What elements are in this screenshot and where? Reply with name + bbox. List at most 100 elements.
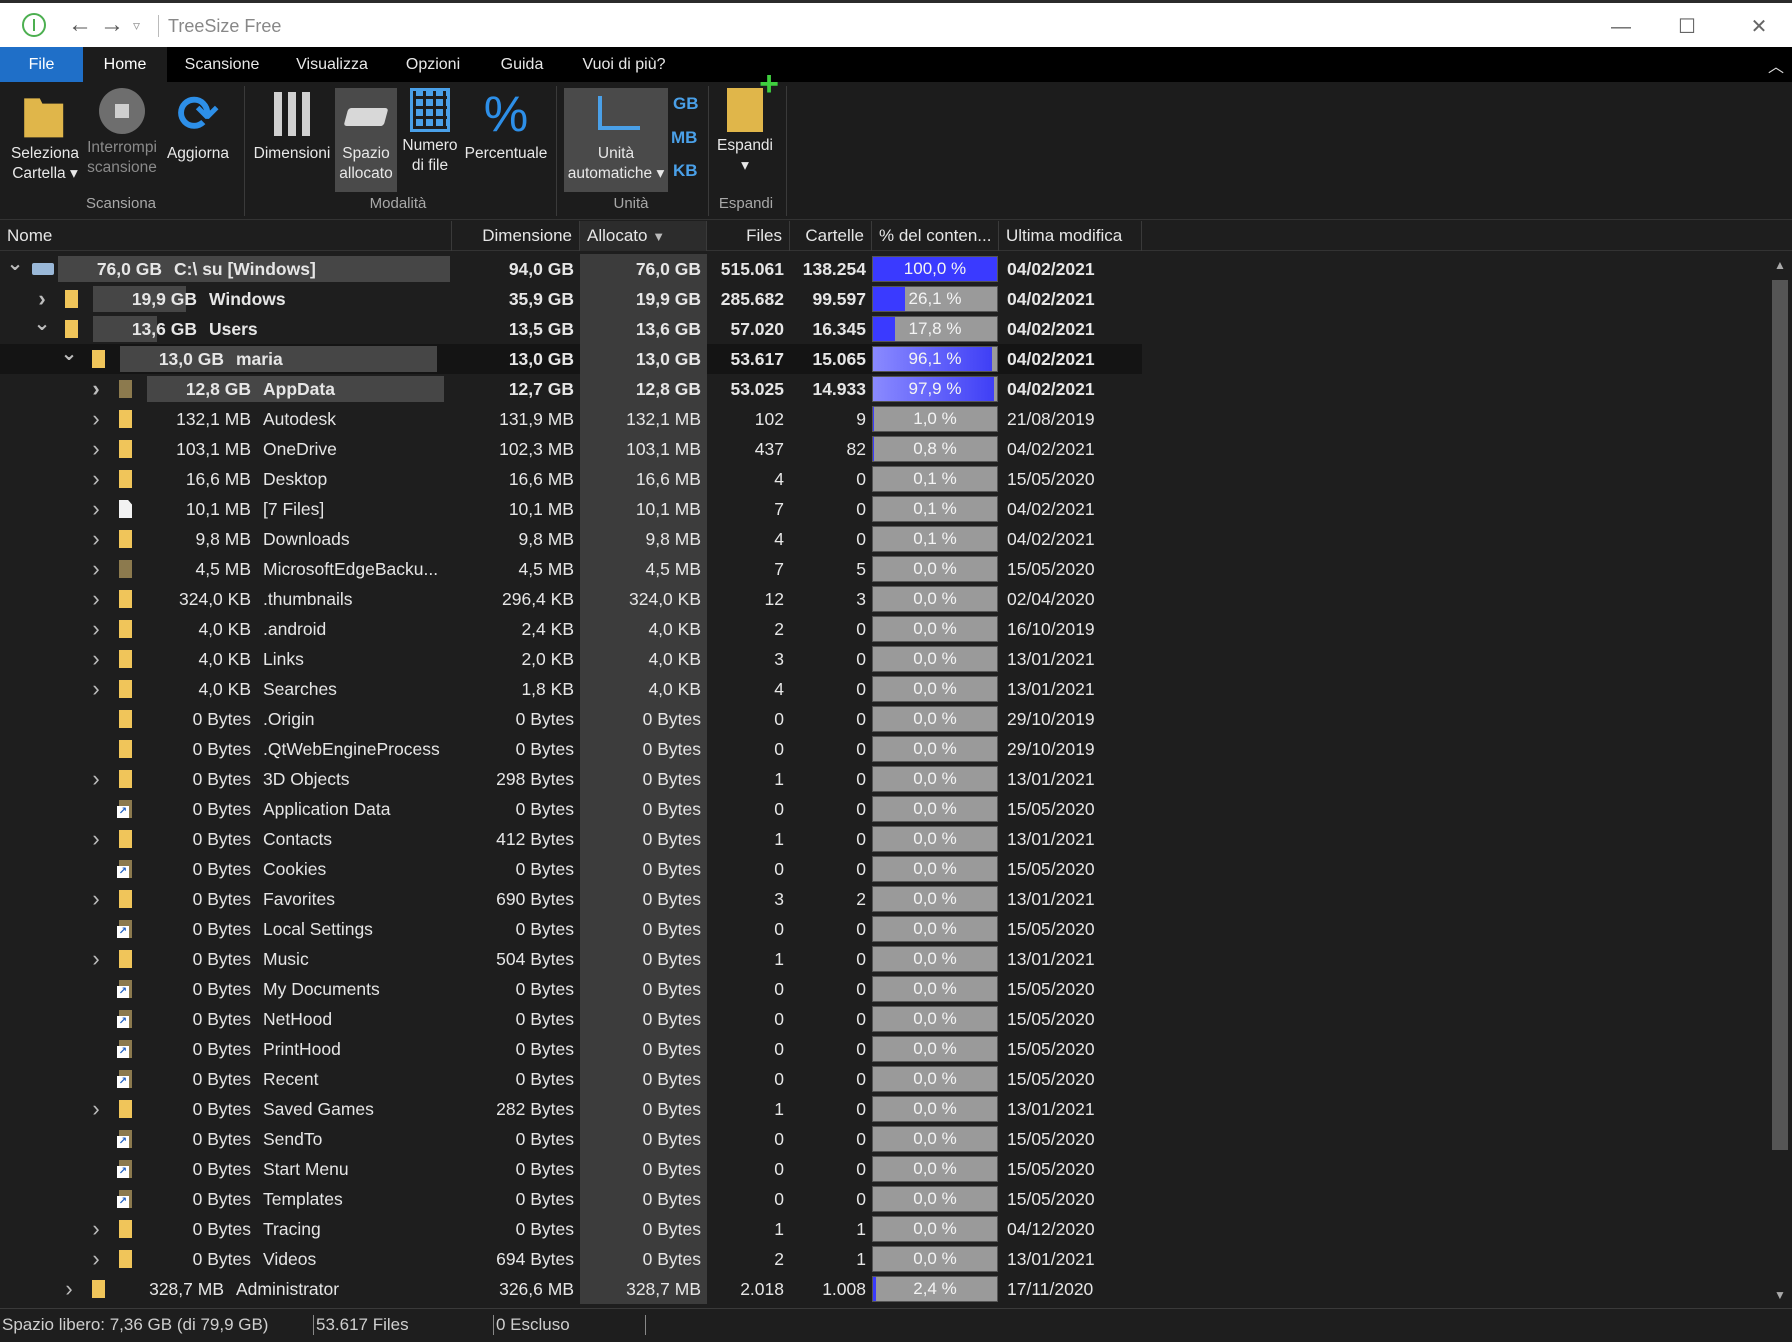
chevron-right-icon[interactable]: › xyxy=(87,374,105,404)
status-bar: Spazio libero: 7,36 GB (di 79,9 GB) 53.6… xyxy=(0,1308,1792,1342)
tree-row[interactable]: › 10,1 MB [7 Files] 10,1 MB 10,1 MB 7 0 0,1 % 04… xyxy=(0,494,1142,524)
chevron-right-icon[interactable]: › xyxy=(87,614,105,644)
chevron-right-icon[interactable]: › xyxy=(87,674,105,704)
chevron-right-icon[interactable]: › xyxy=(87,584,105,614)
chevron-right-icon[interactable]: › xyxy=(87,884,105,914)
percentage-mode-button[interactable]: % Percentuale xyxy=(463,88,549,164)
chevron-right-icon[interactable]: › xyxy=(87,764,105,794)
tree-row[interactable]: › 4,0 KB Searches 1,8 KB 4,0 KB 4 0 0,0 % 13/01/… xyxy=(0,674,1142,704)
unit-mb-button[interactable]: MB xyxy=(671,128,697,148)
tree-row[interactable]: › 4,5 MB MicrosoftEdgeBacku... 4,5 MB 4,5 MB… xyxy=(0,554,1142,584)
tree-row[interactable]: 0 Bytes Application Data 0 Bytes 0 Bytes 0 0 0… xyxy=(0,794,1142,824)
select-folder-button[interactable]: Seleziona Cartella ▾ xyxy=(8,88,82,184)
chevron-right-icon[interactable]: › xyxy=(87,404,105,434)
chevron-right-icon[interactable]: › xyxy=(87,824,105,854)
tree-row[interactable]: 0 Bytes NetHood 0 Bytes 0 Bytes 0 0 0,0 % 15/05… xyxy=(0,1004,1142,1034)
column-header-size[interactable]: Dimensione xyxy=(452,221,580,251)
chevron-down-icon[interactable]: ⌄ xyxy=(33,309,51,339)
close-button[interactable]: ✕ xyxy=(1734,10,1784,44)
percent-label: 26,1 % xyxy=(908,289,962,308)
chevron-right-icon[interactable]: › xyxy=(87,644,105,674)
unit-kb-button[interactable]: KB xyxy=(673,161,698,181)
tab-file[interactable]: File xyxy=(0,47,83,82)
column-header-percent[interactable]: % del conten... xyxy=(872,221,999,251)
allocated-space-mode-button[interactable]: Spazio allocato xyxy=(335,88,397,192)
tab-visualizza[interactable]: Visualizza xyxy=(277,47,387,82)
chevron-right-icon[interactable]: › xyxy=(60,1274,78,1304)
column-header-folders[interactable]: Cartelle xyxy=(790,221,872,251)
tree-row[interactable]: › 12,8 GB AppData 12,7 GB 12,8 GB 53.025 14.93… xyxy=(0,374,1142,404)
tree-row[interactable]: 0 Bytes Recent 0 Bytes 0 Bytes 0 0 0,0 % 15/05/… xyxy=(0,1064,1142,1094)
column-header-modified[interactable]: Ultima modifica xyxy=(999,221,1142,251)
tree-row[interactable]: 0 Bytes Cookies 0 Bytes 0 Bytes 0 0 0,0 % 15/05… xyxy=(0,854,1142,884)
chevron-down-icon[interactable]: ⌄ xyxy=(60,339,78,369)
tree-row[interactable]: › 9,8 MB Downloads 9,8 MB 9,8 MB 4 0 0,1 % 04/02… xyxy=(0,524,1142,554)
tree-row[interactable]: › 4,0 KB .android 2,4 KB 4,0 KB 2 0 0,0 % 16/10/… xyxy=(0,614,1142,644)
tab-vuoi-di-piu[interactable]: Vuoi di più? xyxy=(565,47,683,82)
quick-access-dropdown-icon[interactable]: ▿ xyxy=(133,17,140,34)
tree-row[interactable]: 0 Bytes My Documents 0 Bytes 0 Bytes 0 0 0,0 %… xyxy=(0,974,1142,1004)
tree-row[interactable]: › 0 Bytes Tracing 0 Bytes 0 Bytes 1 1 0,0 % 04/1… xyxy=(0,1214,1142,1244)
chevron-down-icon[interactable]: ⌄ xyxy=(6,254,24,279)
expand-button[interactable]: Espandi ▾ xyxy=(714,74,779,176)
tab-guida[interactable]: Guida xyxy=(479,47,565,82)
percent-bar: 0,0 % xyxy=(872,586,998,612)
chevron-right-icon[interactable]: › xyxy=(87,1094,105,1124)
tree-row[interactable]: 0 Bytes SendTo 0 Bytes 0 Bytes 0 0 0,0 % 15/05/… xyxy=(0,1124,1142,1154)
auto-units-button[interactable]: Unità automatiche ▾ xyxy=(564,88,668,192)
tree-row[interactable]: › 0 Bytes 3D Objects 298 Bytes 0 Bytes 1 0 0,0 … xyxy=(0,764,1142,794)
tree-row[interactable]: ⌄ 13,6 GB Users 13,5 GB 13,6 GB 57.020 16.345 1… xyxy=(0,313,1142,344)
tree-row[interactable]: 0 Bytes Templates 0 Bytes 0 Bytes 0 0 0,0 % 15/… xyxy=(0,1184,1142,1214)
tree-row[interactable]: 0 Bytes .QtWebEngineProcess 0 Bytes 0 Bytes… xyxy=(0,734,1142,764)
chevron-right-icon[interactable]: › xyxy=(87,1214,105,1244)
refresh-button[interactable]: ⟳ Aggiorna xyxy=(162,88,234,164)
tree-row[interactable]: › 0 Bytes Contacts 412 Bytes 0 Bytes 1 0 0,0 % 1… xyxy=(0,824,1142,854)
tree-row[interactable]: › 328,7 MB Administrator 326,6 MB 328,7 MB 2.… xyxy=(0,1274,1142,1304)
tree-row[interactable]: › 0 Bytes Favorites 690 Bytes 0 Bytes 3 2 0,0 %… xyxy=(0,884,1142,914)
back-arrow-icon[interactable]: ← xyxy=(68,11,92,39)
tree-row[interactable]: ⌄ 76,0 GB C:\ su [Windows] 94,0 GB 76,0 GB 51… xyxy=(0,254,1142,284)
vertical-scrollbar[interactable]: ▲ ▼ xyxy=(1768,254,1792,1306)
tree-row[interactable]: 0 Bytes PrintHood 0 Bytes 0 Bytes 0 0 0,0 % 15/… xyxy=(0,1034,1142,1064)
size-mode-button[interactable]: Dimensioni xyxy=(250,88,334,164)
tree-row[interactable]: 0 Bytes Local Settings 0 Bytes 0 Bytes 0 0 0,0… xyxy=(0,914,1142,944)
tree-row[interactable]: ⌄ 13,0 GB maria 13,0 GB 13,0 GB 53.617 15.065 9… xyxy=(0,343,1142,374)
tree-row[interactable]: › 16,6 MB Desktop 16,6 MB 16,6 MB 4 0 0,1 % 15/0… xyxy=(0,464,1142,494)
maximize-button[interactable]: ☐ xyxy=(1662,10,1712,44)
tree-row[interactable]: › 0 Bytes Videos 694 Bytes 0 Bytes 2 1 0,0 % 13/… xyxy=(0,1244,1142,1274)
tree-row[interactable]: › 132,1 MB Autodesk 131,9 MB 132,1 MB 102 9 1,0… xyxy=(0,404,1142,434)
chevron-right-icon[interactable]: › xyxy=(87,1244,105,1274)
tree-row[interactable]: › 0 Bytes Music 504 Bytes 0 Bytes 1 0 0,0 % 13/0… xyxy=(0,944,1142,974)
column-header-allocated[interactable]: Allocato ▼ xyxy=(580,221,707,251)
collapse-ribbon-icon[interactable]: ︿ xyxy=(1768,53,1784,77)
unit-gb-button[interactable]: GB xyxy=(673,94,699,114)
tree-row[interactable]: › 103,1 MB OneDrive 102,3 MB 103,1 MB 437 82 0,… xyxy=(0,434,1142,464)
scrollbar-thumb[interactable] xyxy=(1772,280,1788,1150)
scroll-up-icon[interactable]: ▲ xyxy=(1774,258,1786,272)
column-header-files[interactable]: Files xyxy=(707,221,790,251)
tree-row[interactable]: › 19,9 GB Windows 35,9 GB 19,9 GB 285.682 99.5… xyxy=(0,284,1142,314)
name-size-label: 76,0 GB xyxy=(96,259,162,279)
tree-row[interactable]: 0 Bytes .Origin 0 Bytes 0 Bytes 0 0 0,0 % 29/10… xyxy=(0,704,1142,734)
forward-arrow-icon[interactable]: → xyxy=(100,11,124,39)
scroll-down-icon[interactable]: ▼ xyxy=(1774,1288,1786,1302)
chevron-right-icon[interactable]: › xyxy=(87,434,105,464)
chevron-right-icon[interactable]: › xyxy=(87,554,105,584)
chevron-right-icon[interactable]: › xyxy=(87,494,105,524)
chevron-right-icon[interactable]: › xyxy=(87,464,105,494)
file-count-mode-button[interactable]: Numero di file xyxy=(399,88,461,176)
column-header-name[interactable]: Nome xyxy=(0,221,452,251)
tab-opzioni[interactable]: Opzioni xyxy=(387,47,479,82)
tree-row[interactable]: 0 Bytes Start Menu 0 Bytes 0 Bytes 0 0 0,0 % 15… xyxy=(0,1154,1142,1184)
chevron-right-icon[interactable]: › xyxy=(87,524,105,554)
tab-home[interactable]: Home xyxy=(83,47,167,82)
stop-scan-button[interactable]: Interrompi scansione xyxy=(84,88,160,178)
auto-units-label-2: automatiche xyxy=(567,165,653,182)
tree-row[interactable]: › 0 Bytes Saved Games 282 Bytes 0 Bytes 1 0 0,0… xyxy=(0,1094,1142,1124)
minimize-button[interactable]: — xyxy=(1596,10,1646,44)
chevron-right-icon[interactable]: › xyxy=(87,944,105,974)
tree-row[interactable]: › 4,0 KB Links 2,0 KB 4,0 KB 3 0 0,0 % 13/01/202… xyxy=(0,644,1142,674)
tab-scansione[interactable]: Scansione xyxy=(167,47,277,82)
modified-date: 15/05/2020 xyxy=(1007,1189,1095,1209)
tree-row[interactable]: › 324,0 KB .thumbnails 296,4 KB 324,0 KB 12 3 0… xyxy=(0,584,1142,614)
